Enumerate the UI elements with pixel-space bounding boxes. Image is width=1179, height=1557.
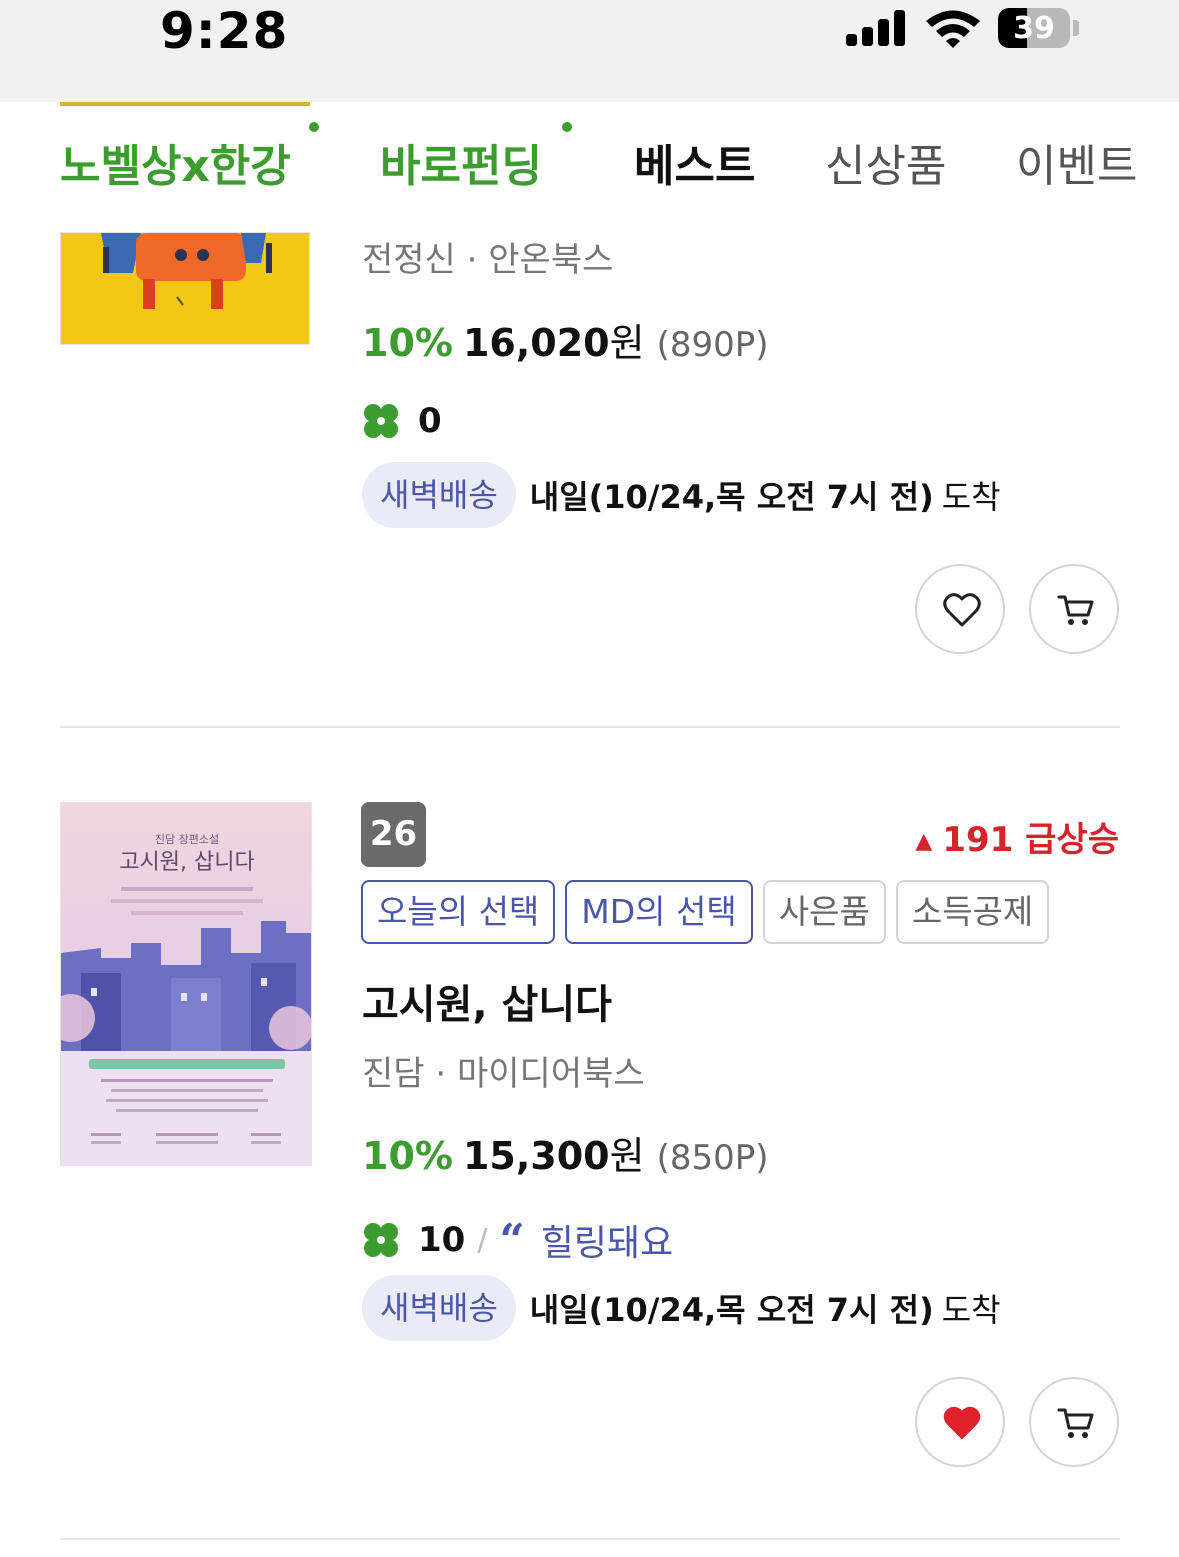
clover-icon [364, 1223, 398, 1257]
book-cover-1[interactable] [60, 232, 310, 345]
cover-kicker: 진담 장편소설 [155, 833, 219, 846]
new-indicator-dot [562, 122, 572, 132]
tab-new-arrivals[interactable]: 신상품 [825, 130, 946, 194]
rating-row: 10 / “ 힐링돼요 [362, 1214, 673, 1266]
wishlist-button-active[interactable] [915, 1377, 1005, 1467]
tab-best[interactable]: 베스트 [634, 130, 755, 194]
book-cover-2[interactable]: 진담 장편소설 고시원, 삽니다 [60, 802, 312, 1166]
author-publisher: 진담 · 마이디어북스 [362, 1054, 645, 1094]
heart-outline-icon [943, 593, 981, 627]
rating-row: 0 [362, 401, 442, 445]
scrolled-content-edge [60, 102, 310, 106]
discount-rate: 10% [362, 321, 453, 365]
clover-count: 10 [418, 1220, 466, 1260]
tag-todays-pick[interactable]: 오늘의 선택 [361, 880, 556, 944]
rank-change: ▲ 191 급상승 [915, 812, 1119, 861]
tab-nobel-hankang[interactable]: 노벨상x한강 [60, 130, 291, 194]
review-keyword[interactable]: 힐링돼요 [541, 1214, 673, 1266]
delivery-date: 내일(10/24,목 오전 7시 전) [529, 478, 934, 516]
sale-price: 15,300 [462, 1134, 610, 1178]
reward-points: (890P) [656, 325, 769, 365]
new-indicator-dot [309, 122, 319, 132]
delivery-suffix: 도착 [941, 1291, 1001, 1329]
tab-events[interactable]: 이벤트 [1016, 130, 1137, 194]
cellular-signal-icon [846, 10, 906, 46]
cover-illustration-1 [61, 233, 309, 344]
battery-icon: 39 [998, 8, 1070, 48]
discount-rate: 10% [362, 1134, 453, 1178]
delivery-suffix: 도착 [941, 478, 1001, 516]
price-row: 10% 15,300원 (850P) [362, 1125, 769, 1180]
separator: / [477, 1222, 488, 1258]
reward-points: (850P) [656, 1138, 769, 1178]
sale-price: 16,020 [462, 321, 610, 365]
tag-tax-deduction[interactable]: 소득공제 [895, 880, 1050, 944]
clover-icon [364, 404, 398, 438]
tag-md-pick[interactable]: MD의 선택 [565, 880, 753, 944]
delivery-badge: 새벽배송 [362, 462, 516, 528]
heart-filled-icon [943, 1406, 981, 1439]
status-bar: 9:28 39 [0, 0, 1179, 102]
status-time: 9:28 [160, 2, 289, 60]
cart-icon [1057, 595, 1094, 625]
tag-list: 오늘의 선택 MD의 선택 사은품 소득공제 [361, 880, 1059, 944]
delivery-row: 새벽배송 내일(10/24,목 오전 7시 전) 도착 [362, 462, 1001, 528]
clover-count: 0 [418, 401, 442, 441]
price-row: 10% 16,020원 (890P) [362, 312, 769, 367]
currency: 원 [609, 321, 645, 365]
wifi-icon [926, 10, 980, 48]
book-title[interactable]: 고시원, 삽니다 [362, 972, 612, 1030]
rank-up-triangle-icon: ▲ [915, 829, 933, 854]
category-tab-bar: 노벨상x한강 바로펀딩 베스트 신상품 이벤트 [0, 102, 1179, 232]
wishlist-button[interactable] [915, 564, 1005, 654]
tag-gift[interactable]: 사은품 [762, 880, 886, 944]
battery-level: 39 [1013, 11, 1055, 46]
rank-change-label: 191 급상승 [942, 820, 1119, 860]
cart-icon [1057, 1408, 1094, 1438]
divider [60, 726, 1120, 728]
cover-illustration-2: 진담 장편소설 고시원, 삽니다 [61, 833, 311, 1165]
divider [60, 1538, 1120, 1540]
add-to-cart-button[interactable] [1029, 564, 1119, 654]
delivery-date: 내일(10/24,목 오전 7시 전) [529, 1291, 934, 1329]
delivery-badge: 새벽배송 [362, 1275, 516, 1341]
battery-tip [1073, 20, 1079, 36]
cover-title: 고시원, 삽니다 [119, 850, 254, 875]
tab-baro-funding[interactable]: 바로펀딩 [380, 130, 542, 194]
author-publisher: 전정신 · 안온북스 [362, 240, 614, 280]
delivery-row: 새벽배송 내일(10/24,목 오전 7시 전) 도착 [362, 1275, 1001, 1341]
quote-icon: “ [499, 1214, 525, 1266]
currency: 원 [609, 1134, 645, 1178]
rank-badge: 26 [361, 802, 426, 867]
add-to-cart-button[interactable] [1029, 1377, 1119, 1467]
